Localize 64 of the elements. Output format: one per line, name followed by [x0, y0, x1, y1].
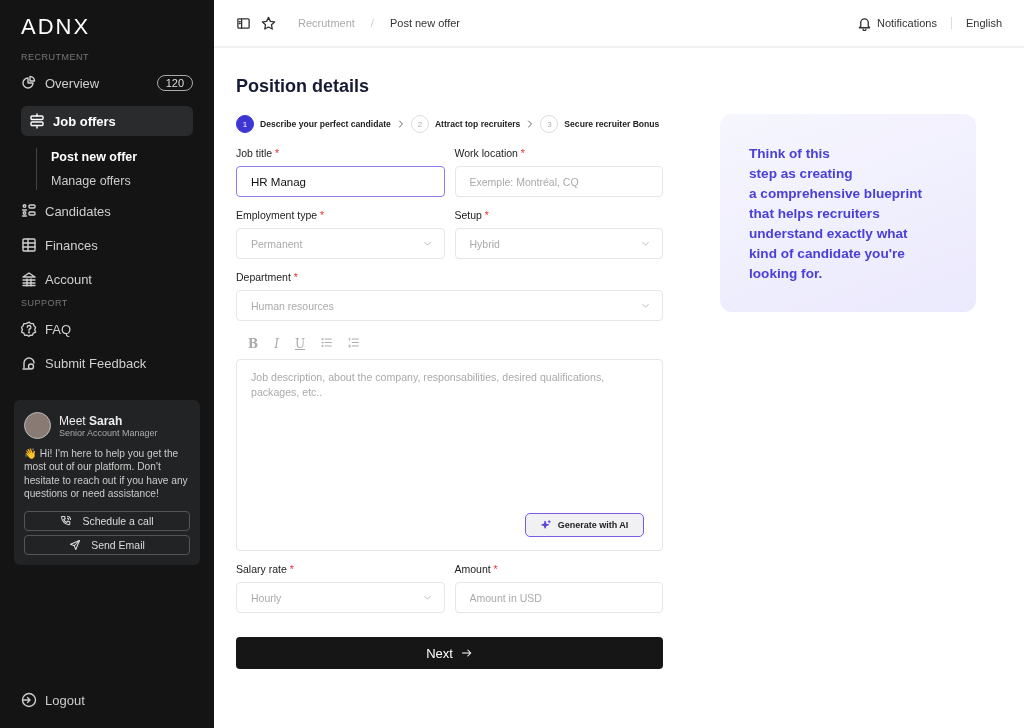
step-label: Describe your perfect candidate	[260, 119, 391, 129]
breadcrumb: Post new offer	[389, 17, 461, 29]
sparkle-icon	[540, 519, 552, 531]
help-badge-icon	[21, 321, 37, 337]
logout-icon	[21, 692, 37, 708]
sidebar-item[interactable]: Candidates	[21, 194, 193, 228]
generate-ai-button[interactable]: Generate with AI	[525, 513, 644, 537]
signpost-icon	[29, 113, 45, 129]
section-heading: SUPPORT	[21, 298, 69, 308]
text-field[interactable]: Exemple: Montréal, CQ	[454, 166, 663, 197]
step-label: Secure recruiter Bonus	[564, 119, 660, 129]
sidebar-item[interactable]: Account	[21, 262, 193, 296]
phone-icon	[60, 514, 73, 527]
tip-text: Think of this step as creating a comprehensive blueprint that helps recruiters understand exactly what kind of candidate you're looking for.	[749, 145, 923, 283]
sidebar-item[interactable]: FAQ	[21, 312, 193, 346]
bank-icon	[21, 271, 37, 287]
contact-button[interactable]: Schedule a call	[24, 510, 190, 531]
logout-link[interactable]: Logout	[21, 692, 193, 708]
sidebar-toggle-icon[interactable]	[236, 15, 251, 31]
text-field[interactable]: Amount in USD	[454, 582, 663, 613]
next-button[interactable]: Next	[236, 637, 663, 669]
field-label: Setup *	[454, 209, 489, 221]
step-label: Attract top recruiters	[434, 119, 521, 129]
chevron-down-icon	[641, 239, 650, 248]
sidebar-item[interactable]: Job offers	[21, 106, 193, 136]
language-selector[interactable]: English	[965, 17, 1002, 29]
placeholder-text: Job description, about the company, responsabilities, desired qualifications, packages, etc..	[251, 370, 606, 401]
breadcrumb-separator: /	[370, 17, 374, 29]
send-icon	[69, 538, 82, 551]
chevron-down-icon	[422, 593, 432, 602]
star-icon[interactable]	[261, 15, 276, 31]
text-field[interactable]: HR Manag	[236, 166, 445, 197]
arrow-right-icon	[460, 647, 473, 659]
chevron-down-icon	[422, 239, 432, 248]
contact-message: 👋 Hi! I'm here to help you get the most out of our platform. Don't hesitate to reach out if you have any questions or need assistance!	[24, 447, 189, 501]
avatar	[24, 412, 51, 439]
field-label: Department *	[236, 271, 298, 283]
field-label: Salary rate *	[236, 563, 294, 575]
submenu-item[interactable]: Post new offer	[51, 150, 138, 164]
contact-name: Meet Sarah	[59, 413, 124, 428]
description-field[interactable]: Job description, about the company, responsabilities, desired qualifications, packages, etc.. Generate with AI	[236, 359, 663, 551]
sidebar-item[interactable]: Overview 120	[21, 66, 193, 100]
field-label: Employment type *	[236, 209, 325, 221]
contact-role: Senior Account Manager	[59, 427, 158, 438]
bell-icon	[857, 15, 872, 31]
ledger-icon	[21, 237, 37, 253]
chevron-right-icon	[396, 120, 405, 128]
brand-logo: ADNX	[21, 14, 91, 40]
step-number: 1	[236, 115, 254, 133]
field-label: Amount *	[454, 563, 498, 575]
pie-chart-icon	[21, 75, 37, 91]
section-heading: RECRUTMENT	[21, 52, 90, 62]
feedback-icon	[21, 355, 37, 371]
chevron-right-icon	[526, 120, 535, 128]
notifications-link[interactable]: Notifications	[857, 15, 937, 31]
field-label: Job title *	[236, 147, 280, 159]
sidebar-item[interactable]: Finances	[21, 228, 193, 262]
page-title: Position details	[236, 76, 370, 97]
field-label: Work location *	[454, 147, 525, 159]
people-list-icon	[21, 203, 37, 219]
chevron-down-icon	[641, 301, 650, 310]
contact-button[interactable]: Send Email	[24, 534, 190, 555]
sidebar-item[interactable]: Submit Feedback	[21, 346, 193, 380]
submenu-item[interactable]: Manage offers	[51, 174, 131, 188]
